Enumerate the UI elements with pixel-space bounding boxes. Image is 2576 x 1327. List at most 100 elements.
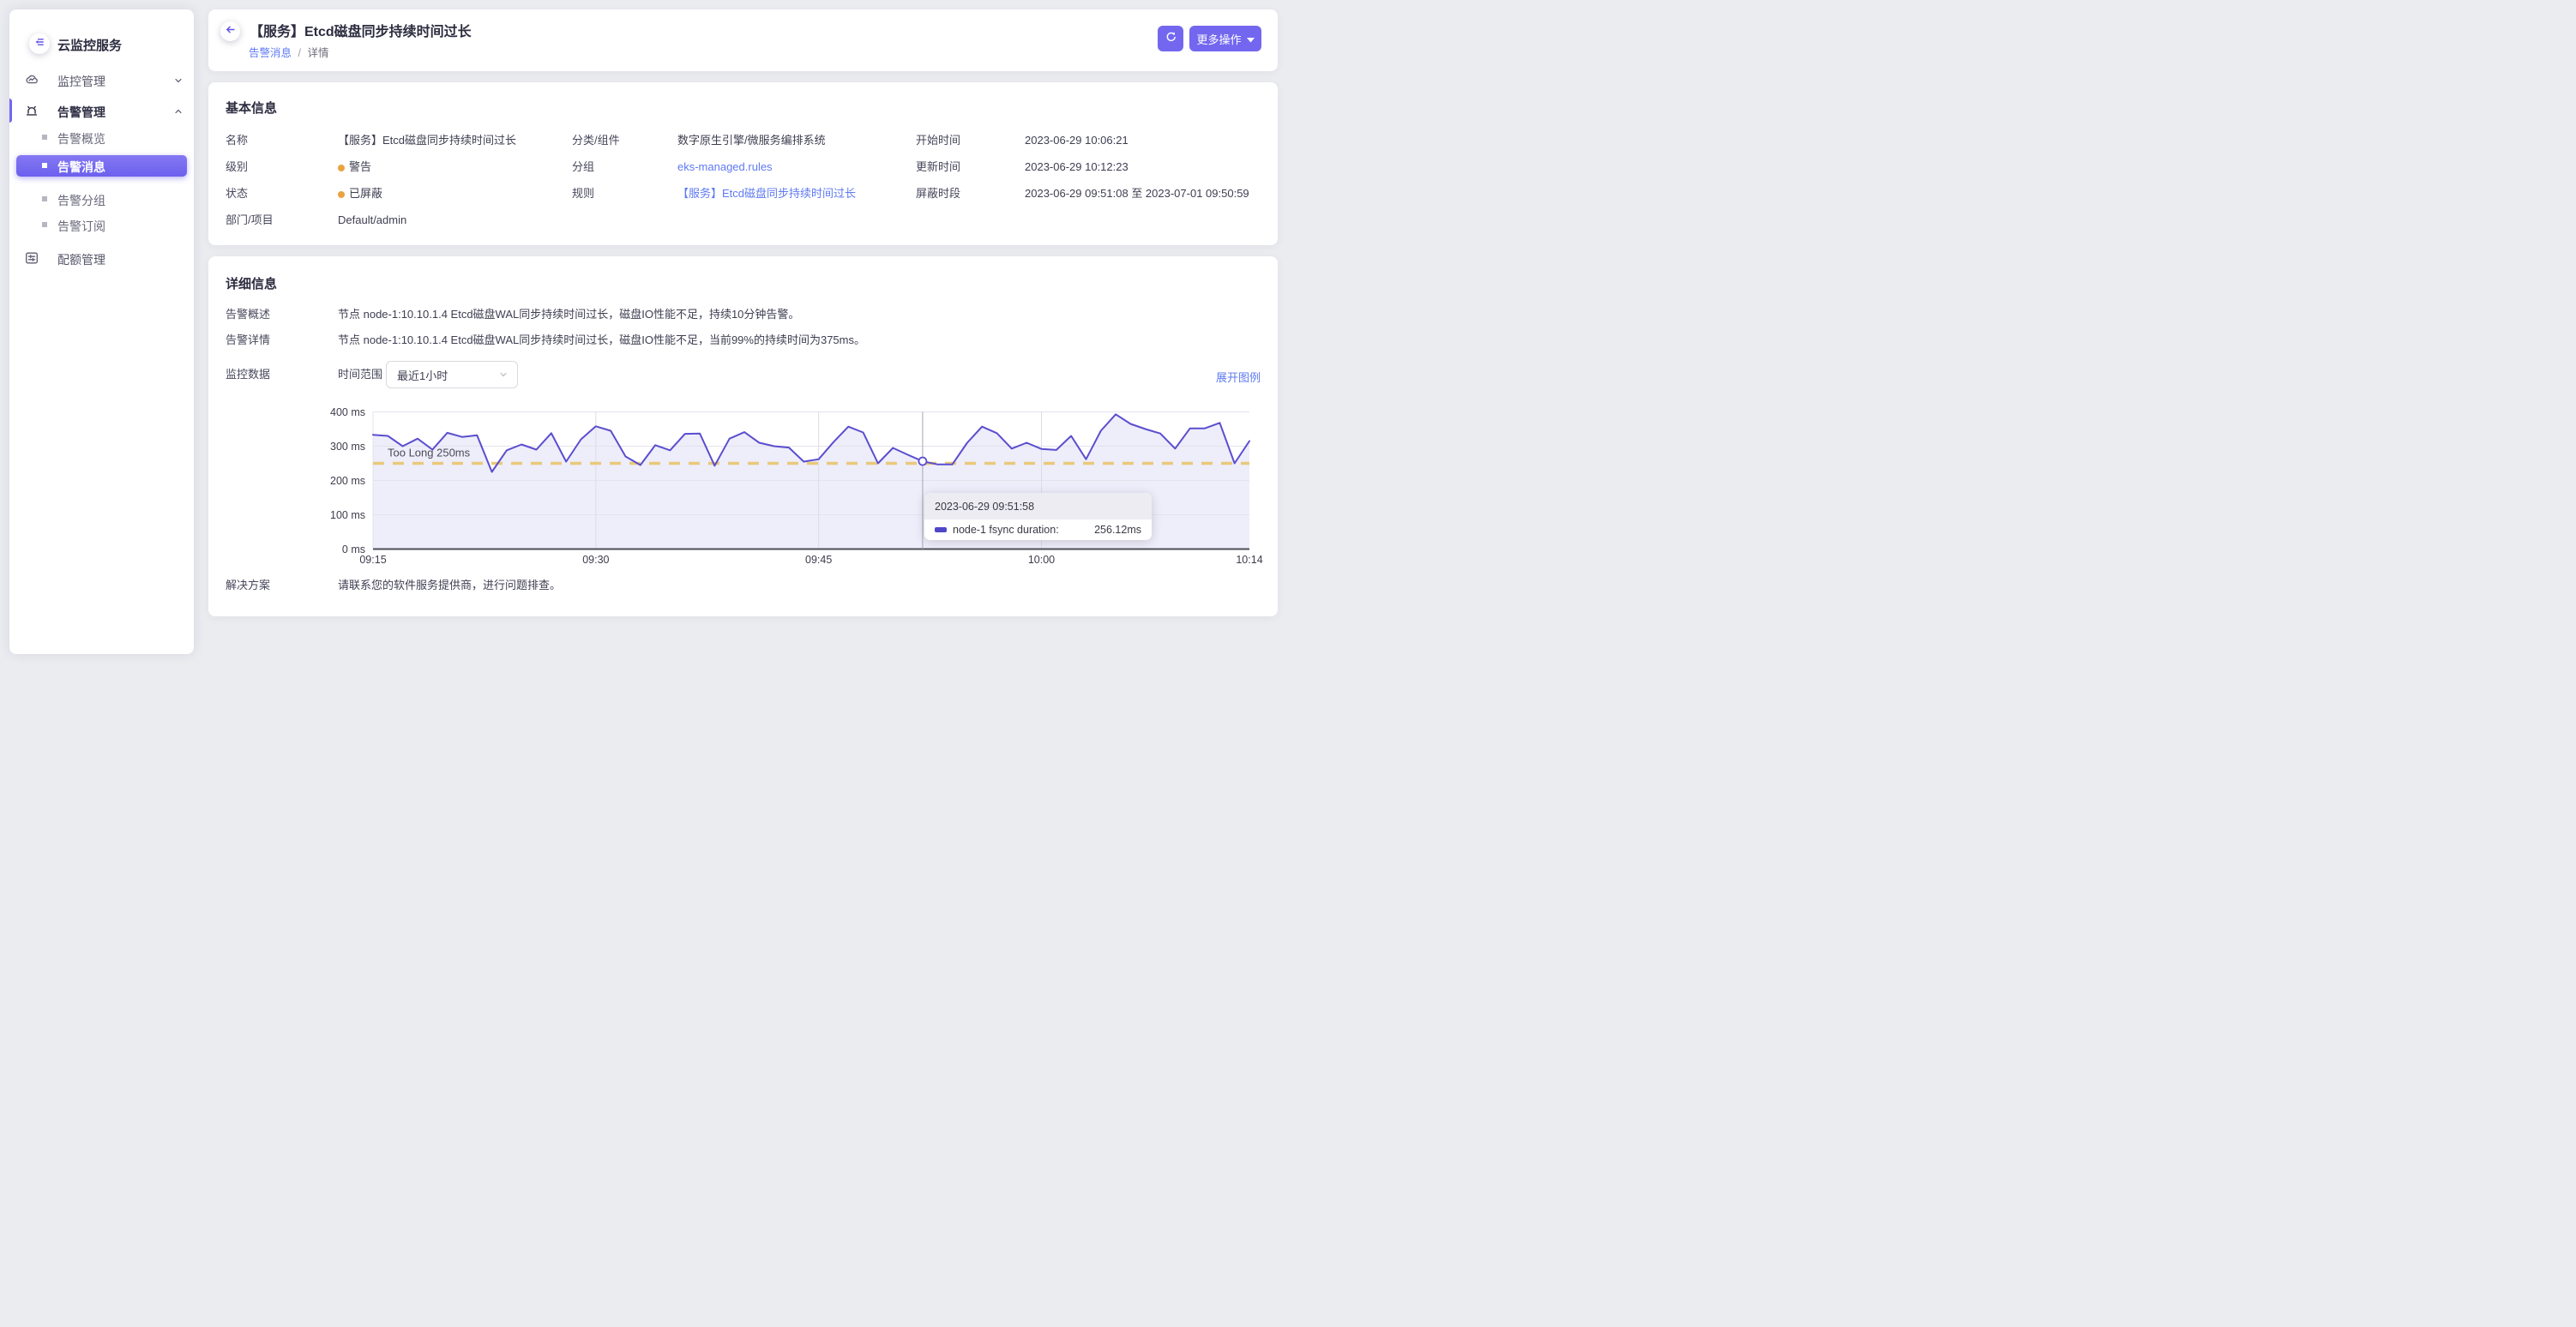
rule-link[interactable]: 【服务】Etcd磁盘同步持续时间过长 <box>677 187 856 201</box>
breadcrumb-current: 详情 <box>307 47 328 59</box>
caret-down-icon <box>1247 33 1255 45</box>
field-value: 2023-06-29 10:06:21 <box>1025 134 1129 147</box>
detail-row: 监控数据 时间范围 <box>208 368 1278 381</box>
time-range-value: 最近1小时 <box>397 367 448 383</box>
chart-tooltip: 2023-06-29 09:51:58 node-1 fsync duratio… <box>924 493 1152 540</box>
detail-row: 告警详情 节点 node-1:10.10.1.4 Etcd磁盘WAL同步持续时间… <box>208 333 1278 347</box>
bullet-square-icon <box>42 196 47 201</box>
sidebar-subitem-label: 告警订阅 <box>57 218 105 235</box>
more-actions-button[interactable]: 更多操作 <box>1189 26 1261 51</box>
field-label: 级别 <box>226 160 248 174</box>
field-label: 分类/组件 <box>572 134 620 147</box>
field-value: 节点 node-1:10.10.1.4 Etcd磁盘WAL同步持续时间过长，磁盘… <box>338 308 799 321</box>
field-label: 名称 <box>226 134 248 147</box>
field-value: 请联系您的软件服务提供商，进行问题排查。 <box>338 579 561 592</box>
collapse-menu-icon <box>33 36 45 52</box>
expand-legend-link[interactable]: 展开图例 <box>1216 369 1261 385</box>
silenced-dot-icon <box>338 191 345 198</box>
breadcrumb: 告警消息 / 详情 <box>249 44 328 60</box>
bullet-square-icon <box>42 135 47 140</box>
tooltip-series-row: node-1 fsync duration: 256.12ms <box>924 519 1152 540</box>
basic-info-section: 基本信息 名称 【服务】Etcd磁盘同步持续时间过长 分类/组件 数字原生引擎/… <box>208 82 1278 245</box>
field-value: 已屏蔽 <box>338 187 382 201</box>
svg-text:10:00: 10:00 <box>1028 554 1055 566</box>
field-label: 开始时间 <box>916 134 960 147</box>
basic-info-row: 状态 已屏蔽 规则 【服务】Etcd磁盘同步持续时间过长 屏蔽时段 2023-0… <box>208 187 1278 201</box>
field-label: 解决方案 <box>226 579 270 592</box>
alarm-icon <box>24 103 39 118</box>
svg-text:400 ms: 400 ms <box>330 406 365 418</box>
field-label: 更新时间 <box>916 160 960 174</box>
field-value: 警告 <box>338 160 371 174</box>
basic-info-row: 部门/项目 Default/admin <box>208 213 1278 227</box>
level-badge: 警告 <box>349 160 371 173</box>
field-label: 屏蔽时段 <box>916 187 960 201</box>
svg-text:09:15: 09:15 <box>359 554 386 566</box>
field-label: 告警概述 <box>226 308 270 321</box>
sidebar-item-monitoring[interactable]: 监控管理 <box>9 67 194 93</box>
field-value: 2023-06-29 10:12:23 <box>1025 160 1129 174</box>
svg-text:09:45: 09:45 <box>805 554 832 566</box>
tooltip-series-label: node-1 fsync duration: <box>953 524 1059 536</box>
time-range-select[interactable]: 最近1小时 <box>386 361 518 388</box>
refresh-icon <box>1165 31 1177 47</box>
detail-row: 告警概述 节点 node-1:10.10.1.4 Etcd磁盘WAL同步持续时间… <box>208 308 1278 321</box>
sidebar-subitem-label: 告警消息 <box>57 159 105 176</box>
bullet-square-icon <box>42 222 47 227</box>
sidebar-subitem-alert-subscriptions[interactable]: 告警订阅 <box>16 213 187 236</box>
svg-text:100 ms: 100 ms <box>330 509 365 521</box>
page-title: 【服务】Etcd磁盘同步持续时间过长 <box>250 20 472 40</box>
collapse-menu-button[interactable] <box>29 33 50 54</box>
sidebar-item-label: 监控管理 <box>57 73 105 90</box>
sidebar-subitem-alert-overview[interactable]: 告警概览 <box>16 126 187 148</box>
refresh-button[interactable] <box>1158 26 1183 51</box>
field-label: 部门/项目 <box>226 213 274 227</box>
sidebar-item-label: 告警管理 <box>57 104 105 121</box>
sidebar-item-quota[interactable]: 配额管理 <box>9 245 194 271</box>
field-label: 状态 <box>226 187 248 201</box>
more-actions-label: 更多操作 <box>1196 31 1241 47</box>
sidebar: 云监控服务 监控管理 告警管理 告警概览 <box>9 9 194 654</box>
breadcrumb-parent-link[interactable]: 告警消息 <box>249 47 292 59</box>
chevron-down-icon <box>498 369 509 380</box>
back-button[interactable] <box>220 21 240 41</box>
sidebar-subitem-alert-messages[interactable]: 告警消息 <box>16 155 187 177</box>
field-label: 分组 <box>572 160 594 174</box>
quota-icon <box>24 250 39 266</box>
monitoring-chart[interactable]: Too Long 250ms0 ms100 ms200 ms300 ms400 … <box>328 403 1263 570</box>
svg-text:10:14: 10:14 <box>1236 554 1262 566</box>
field-value: Default/admin <box>338 213 406 227</box>
status-badge: 已屏蔽 <box>349 187 382 200</box>
section-title: 详细信息 <box>226 274 277 292</box>
monitoring-chart-svg: Too Long 250ms0 ms100 ms200 ms300 ms400 … <box>328 403 1263 570</box>
time-range-label: 时间范围 <box>338 368 382 381</box>
series-swatch-icon <box>935 527 947 532</box>
field-value: 2023-06-29 09:51:08 至 2023-07-01 09:50:5… <box>1025 187 1249 201</box>
sidebar-subitem-label: 告警分组 <box>57 192 105 209</box>
bullet-square-icon <box>42 163 47 168</box>
sidebar-item-alerts[interactable]: 告警管理 <box>9 98 194 123</box>
detail-row: 解决方案 请联系您的软件服务提供商，进行问题排查。 <box>208 579 1278 592</box>
field-value: 【服务】Etcd磁盘同步持续时间过长 <box>338 134 516 147</box>
app-title: 云监控服务 <box>57 36 122 54</box>
sidebar-subitem-label: 告警概览 <box>57 130 105 147</box>
svg-text:300 ms: 300 ms <box>330 441 365 453</box>
field-label: 监控数据 <box>226 368 270 381</box>
field-label: 规则 <box>572 187 594 201</box>
sidebar-subitem-alert-groups[interactable]: 告警分组 <box>16 188 187 210</box>
chevron-up-icon <box>173 105 184 116</box>
tooltip-series-value: 256.12ms <box>1094 524 1141 536</box>
breadcrumb-separator: / <box>298 47 301 59</box>
back-arrow-icon <box>225 24 236 39</box>
basic-info-row: 级别 警告 分组 eks-managed.rules 更新时间 2023-06-… <box>208 160 1278 174</box>
sidebar-item-label: 配额管理 <box>57 251 105 268</box>
cloud-monitor-icon <box>24 72 39 87</box>
field-label: 告警详情 <box>226 333 270 347</box>
svg-text:09:30: 09:30 <box>582 554 609 566</box>
field-value: 数字原生引擎/微服务编排系统 <box>677 134 826 147</box>
detail-section: 详细信息 告警概述 节点 node-1:10.10.1.4 Etcd磁盘WAL同… <box>208 256 1278 616</box>
section-title: 基本信息 <box>226 99 277 117</box>
tooltip-timestamp: 2023-06-29 09:51:58 <box>924 493 1152 519</box>
group-link[interactable]: eks-managed.rules <box>677 160 773 174</box>
page-header: 【服务】Etcd磁盘同步持续时间过长 告警消息 / 详情 更多操作 <box>208 9 1278 71</box>
